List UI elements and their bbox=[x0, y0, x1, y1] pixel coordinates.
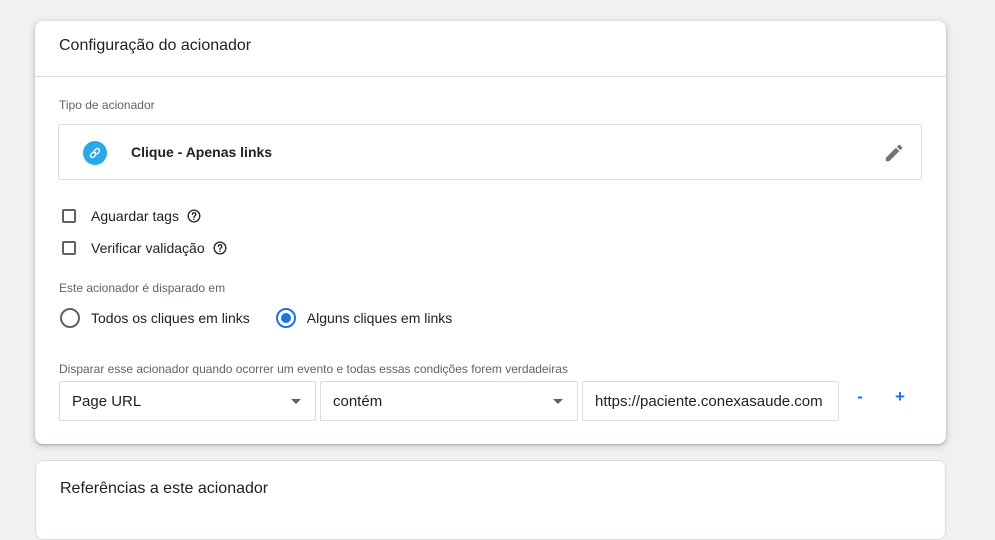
divider bbox=[35, 76, 946, 77]
trigger-type-name: Clique - Apenas links bbox=[131, 144, 273, 160]
radio-button[interactable] bbox=[60, 308, 80, 328]
radio-button-selected[interactable] bbox=[275, 308, 296, 328]
wait-for-tags-checkbox[interactable] bbox=[62, 209, 76, 223]
condition-label: Disparar esse acionador quando ocorrer u… bbox=[59, 362, 568, 376]
fires-on-label: Este acionador é disparado em bbox=[59, 281, 226, 295]
condition-value-text: https://paciente.conexasaude.com bbox=[595, 392, 823, 410]
wait-for-tags-row[interactable]: Aguardar tags bbox=[62, 208, 201, 224]
check-validation-label: Verificar validação bbox=[91, 240, 205, 256]
operator-select-value: contém bbox=[333, 392, 383, 410]
references-card: Referências a este acionador bbox=[35, 460, 946, 540]
caret-down-icon bbox=[291, 399, 301, 404]
card-title: Configuração do acionador bbox=[59, 37, 252, 54]
check-validation-checkbox[interactable] bbox=[62, 241, 76, 255]
wait-for-tags-label: Aguardar tags bbox=[91, 208, 179, 224]
caret-down-icon bbox=[553, 399, 563, 404]
pencil-icon[interactable] bbox=[883, 142, 905, 164]
condition-value-input[interactable]: https://paciente.conexasaude.com bbox=[582, 381, 839, 421]
trigger-type-selector[interactable]: Clique - Apenas links bbox=[58, 124, 922, 180]
radio-label: Todos os cliques em links bbox=[91, 310, 250, 326]
help-circle-icon[interactable] bbox=[187, 209, 201, 223]
help-circle-icon[interactable] bbox=[213, 241, 227, 255]
variable-select[interactable]: Page URL bbox=[59, 381, 316, 421]
radio-some-link-clicks[interactable]: Alguns cliques em links bbox=[275, 308, 453, 328]
radio-label: Alguns cliques em links bbox=[306, 310, 453, 326]
references-title: Referências a este acionador bbox=[60, 480, 269, 497]
check-validation-row[interactable]: Verificar validação bbox=[62, 240, 227, 256]
remove-condition-button[interactable]: - bbox=[850, 387, 870, 407]
trigger-config-card: Configuração do acionador Tipo de aciona… bbox=[35, 21, 946, 444]
radio-all-link-clicks[interactable]: Todos os cliques em links bbox=[60, 308, 250, 328]
fires-on-radio-group: Todos os cliques em links Alguns cliques… bbox=[60, 308, 478, 328]
add-condition-button[interactable]: + bbox=[890, 387, 910, 407]
link-icon bbox=[83, 141, 107, 165]
variable-select-value: Page URL bbox=[72, 392, 142, 410]
trigger-type-label: Tipo de acionador bbox=[59, 98, 155, 112]
operator-select[interactable]: contém bbox=[320, 381, 578, 421]
